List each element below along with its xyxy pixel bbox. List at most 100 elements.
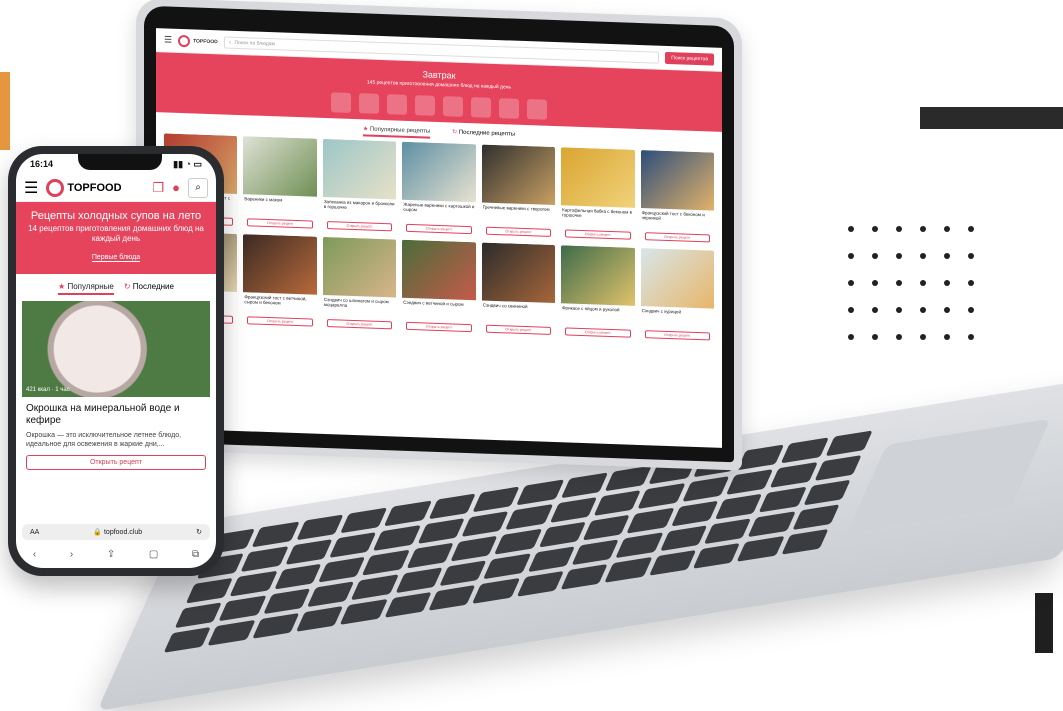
- category-item[interactable]: [526, 99, 548, 120]
- open-recipe-button[interactable]: Открыть рецепт: [326, 319, 393, 330]
- category-item[interactable]: [498, 98, 520, 119]
- recipe-title[interactable]: Окрошка на минеральной воде и кефире: [16, 397, 216, 427]
- open-recipe-button[interactable]: Открыть рецепт: [326, 221, 393, 232]
- forward-icon[interactable]: ›: [70, 549, 73, 560]
- category-item[interactable]: [358, 93, 380, 114]
- recipe-image: [561, 147, 635, 208]
- recipe-image: [322, 236, 397, 298]
- open-recipe-button[interactable]: Открыть рецепт: [406, 223, 472, 235]
- recipe-image: [243, 136, 317, 197]
- recipe-description: Окрошка — это исключительное летнее блюд…: [26, 432, 182, 449]
- black-accent-bar: [1035, 593, 1053, 653]
- text-size-button[interactable]: AA: [30, 529, 39, 536]
- recipe-card[interactable]: Запеканка из макарон и брокколи в горшоч…: [322, 138, 397, 234]
- recipe-card[interactable]: Сэндвич с ветчиной и сыром Открыть рецеп…: [402, 239, 476, 335]
- recipe-image: [561, 245, 635, 306]
- recipe-image: [640, 150, 714, 211]
- open-recipe-button[interactable]: Открыть рецепт: [485, 324, 552, 335]
- tabs-icon[interactable]: ⧉: [192, 549, 199, 560]
- recipe-meta: 421 ккал · 1 час: [26, 387, 70, 393]
- category-icon: [415, 95, 435, 116]
- category-item[interactable]: [330, 92, 352, 113]
- category-icon: [359, 93, 379, 114]
- url-text: 🔒 topfood.club: [93, 529, 143, 536]
- category-item[interactable]: [442, 96, 464, 117]
- recipe-tabs: ★ Популярные ↻ Последние: [16, 274, 216, 301]
- hero-subtitle: 14 рецептов приготовления домашних блюд …: [28, 224, 204, 243]
- recipe-image[interactable]: 421 ккал · 1 час: [22, 301, 210, 397]
- orange-accent-bar: [0, 72, 10, 150]
- recipe-image: [322, 138, 397, 200]
- open-recipe-button[interactable]: Открыть рецепт: [644, 232, 710, 243]
- recipe-card[interactable]: Французский тост с ветчиной, сыром и бек…: [243, 234, 317, 329]
- phone-category-hero: Рецепты холодных супов на лето 14 рецепт…: [16, 202, 216, 274]
- site-logo[interactable]: TOPFOOD: [46, 178, 122, 197]
- open-recipe-button[interactable]: Открыть рецепт: [26, 455, 206, 471]
- open-recipe-button[interactable]: Открыть рецепт: [565, 229, 631, 240]
- recipe-image: [481, 144, 556, 206]
- category-item[interactable]: [414, 95, 436, 116]
- open-recipe-button[interactable]: Открыть рецепт: [247, 218, 313, 229]
- phone-notch: [78, 154, 162, 170]
- phone-site-header: ☰ TOPFOOD ❐ ● ⌕: [16, 174, 216, 202]
- site-logo[interactable]: TOPFOOD: [178, 34, 218, 47]
- user-icon[interactable]: ●: [172, 180, 180, 195]
- dark-accent-bar: [920, 107, 1063, 129]
- search-icon[interactable]: ⌕: [188, 177, 208, 198]
- category-icon: [443, 96, 463, 117]
- menu-icon[interactable]: ☰: [24, 178, 38, 198]
- category-icon: [331, 92, 351, 113]
- laptop-screen: ☰ TOPFOOD ⌕ Поиск по блюдам Поиск рецепт…: [156, 28, 722, 448]
- signal-icon: ▮▮ ◔ ▭: [173, 158, 202, 169]
- recipe-grid: Хрустящий французский тост с малиной Отк…: [156, 133, 722, 343]
- phone-screen: 16:14 ▮▮ ◔ ▭ ☰ TOPFOOD ❐ ● ⌕ Рецепты хол…: [16, 154, 216, 568]
- browser-toolbar: ‹ › ⇪ ▢ ⧉: [16, 549, 216, 560]
- smartphone: 16:14 ▮▮ ◔ ▭ ☰ TOPFOOD ❐ ● ⌕ Рецепты хол…: [8, 146, 224, 576]
- category-icon: [527, 99, 547, 120]
- trackpad[interactable]: [846, 418, 1051, 534]
- recipe-image: [640, 248, 714, 309]
- category-icon: [499, 98, 519, 119]
- category-icon: [387, 94, 407, 115]
- bookmark-icon[interactable]: ❐: [152, 180, 164, 196]
- recipe-card[interactable]: Гречневые вареники с творогом Открыть ре…: [481, 144, 556, 239]
- recipe-image: [402, 141, 476, 203]
- search-icon: ⌕: [228, 39, 232, 46]
- open-recipe-button[interactable]: Открыть рецепт: [644, 330, 710, 341]
- logo-icon: [178, 34, 191, 47]
- category-icon: [471, 97, 491, 118]
- logo-icon: [46, 178, 65, 197]
- laptop-lid: ☰ TOPFOOD ⌕ Поиск по блюдам Поиск рецепт…: [136, 0, 742, 471]
- recipe-card[interactable]: Жареные вареники с картошкой и сыром Отк…: [402, 141, 476, 237]
- open-recipe-button[interactable]: Открыть рецепт: [565, 327, 631, 338]
- recipe-card[interactable]: Картофельная бабка с беконом в горшочке …: [561, 147, 635, 242]
- recipe-card[interactable]: Фрикасе с яйцом и руколой Открыть рецепт: [561, 245, 635, 340]
- category-item[interactable]: [470, 97, 492, 118]
- category-item[interactable]: [386, 94, 408, 115]
- status-time: 16:14: [30, 159, 54, 169]
- recipe-card[interactable]: Французский тост с беконом и черникой От…: [640, 150, 714, 245]
- recipe-card[interactable]: Вареники с маком Открыть рецепт: [243, 136, 317, 231]
- hero-title: Рецепты холодных супов на лето: [30, 210, 202, 222]
- open-recipe-button[interactable]: Открыть рецепт: [247, 316, 313, 327]
- open-recipe-button[interactable]: Открыть рецепт: [485, 226, 552, 237]
- tab-popular[interactable]: ★ Популярные: [58, 282, 114, 295]
- bookmarks-icon[interactable]: ▢: [149, 549, 158, 560]
- back-icon[interactable]: ‹: [33, 549, 36, 560]
- recipe-card[interactable]: Сэндвич с курицей Открыть рецепт: [640, 248, 714, 343]
- share-icon[interactable]: ⇪: [107, 549, 115, 560]
- recipe-card[interactable]: Сэндвич со шпинатом и сыром моцарелла От…: [322, 236, 397, 332]
- dot-grid-decoration: [848, 226, 976, 342]
- tab-latest[interactable]: ↻ Последние: [124, 282, 174, 295]
- open-recipe-button[interactable]: Открыть рецепт: [406, 321, 472, 333]
- reload-icon[interactable]: ↻: [196, 528, 202, 536]
- menu-icon[interactable]: ☰: [164, 34, 172, 45]
- browser-address-bar[interactable]: AA 🔒 topfood.club ↻: [22, 524, 210, 540]
- recipe-image: [243, 234, 317, 295]
- hero-category-link[interactable]: Первые блюда: [91, 254, 141, 262]
- recipe-card[interactable]: Сэндвич со свининой Открыть рецепт: [481, 242, 556, 337]
- tab-popular[interactable]: ★ Популярные рецепты: [362, 125, 431, 139]
- tab-latest[interactable]: ↻ Последние рецепты: [452, 128, 515, 141]
- recipe-image: [481, 242, 556, 304]
- search-button[interactable]: Поиск рецептов: [665, 51, 714, 66]
